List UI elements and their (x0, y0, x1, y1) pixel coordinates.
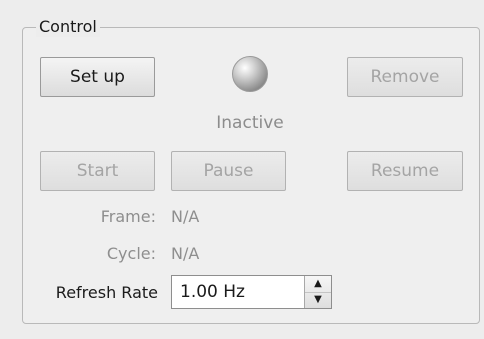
spin-buttons: ▲ ▼ (304, 276, 331, 308)
arrow-down-icon[interactable]: ▼ (305, 291, 331, 309)
cycle-label: Cycle: (106, 244, 156, 263)
resume-button[interactable]: Resume (347, 151, 463, 191)
status-label: Inactive (216, 113, 284, 133)
pause-button[interactable]: Pause (171, 151, 286, 191)
remove-button[interactable]: Remove (347, 57, 463, 97)
start-button[interactable]: Start (40, 151, 155, 191)
refresh-rate-spinbox[interactable]: 1.00 Hz ▲ ▼ (171, 275, 332, 309)
frame-label: Frame: (100, 207, 156, 226)
frame-value: N/A (171, 207, 200, 226)
refresh-rate-value[interactable]: 1.00 Hz (172, 276, 304, 308)
group-title: Control (36, 17, 100, 37)
refresh-rate-label: Refresh Rate (55, 283, 158, 302)
arrow-up-icon[interactable]: ▲ (305, 276, 331, 292)
setup-button[interactable]: Set up (40, 57, 155, 97)
status-indicator-icon (232, 56, 268, 92)
cycle-value: N/A (171, 244, 200, 263)
